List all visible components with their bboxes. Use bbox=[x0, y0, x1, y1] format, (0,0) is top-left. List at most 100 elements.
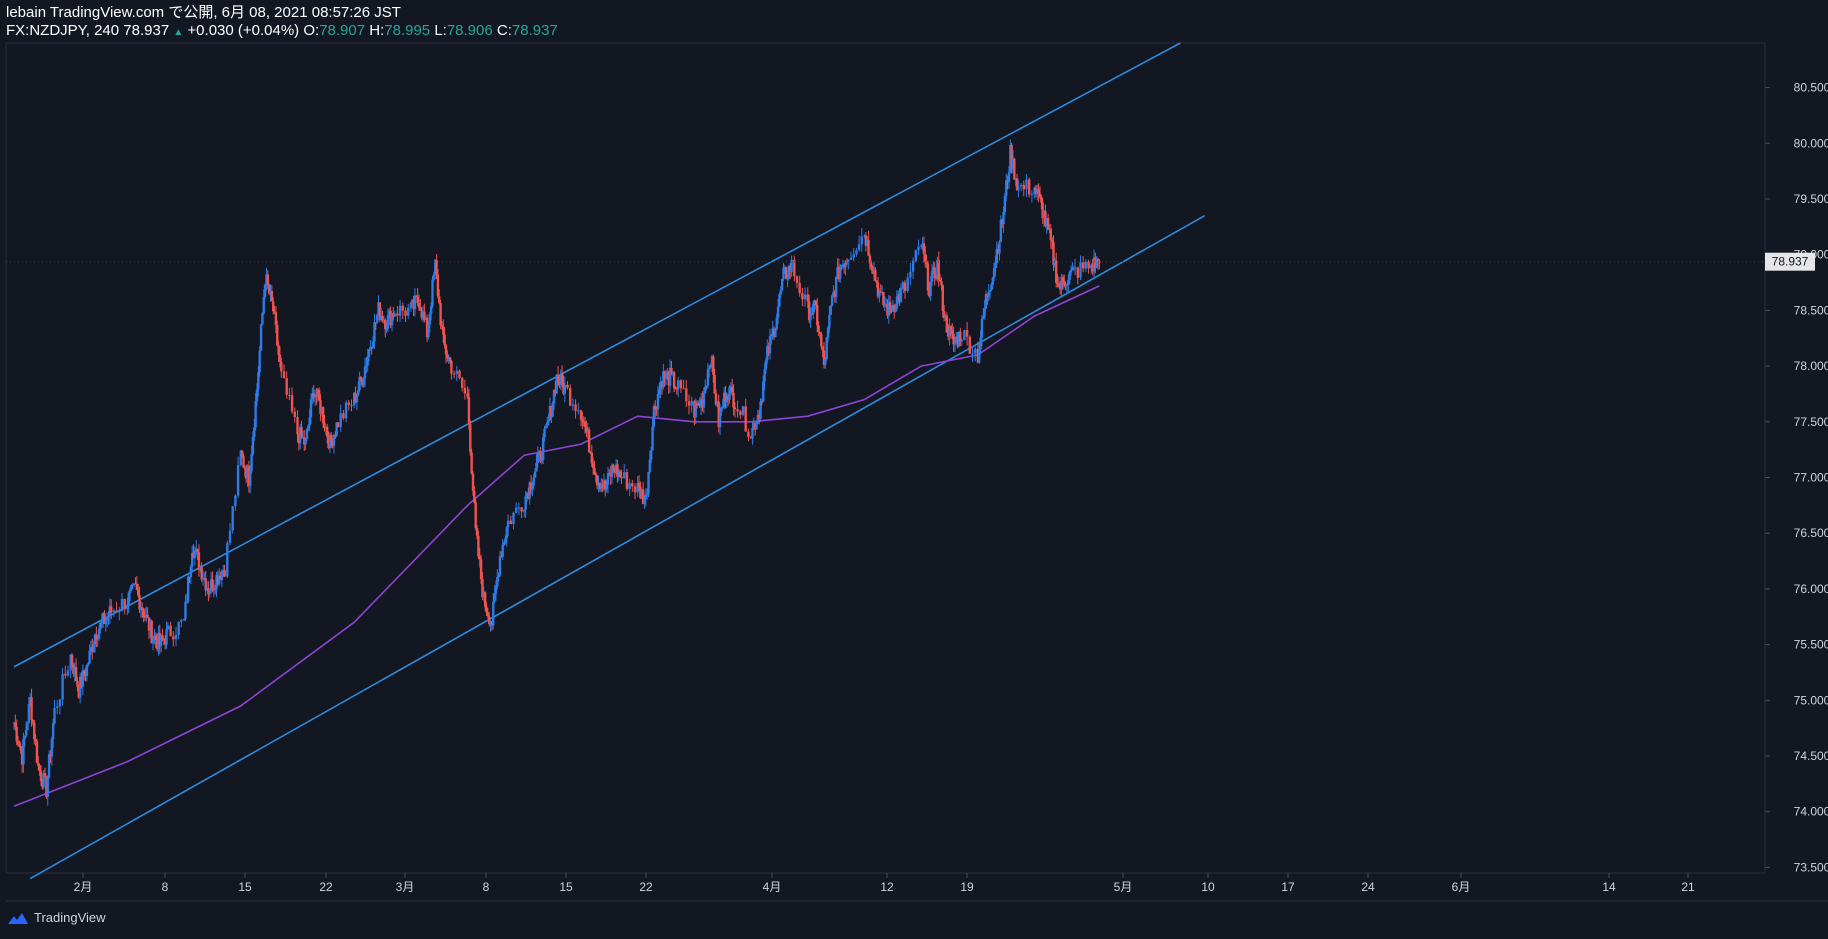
plot-area-border bbox=[5, 42, 1766, 874]
x-tick-label: 3月 bbox=[396, 880, 415, 894]
candle-body bbox=[273, 311, 276, 313]
channel-line-lower[interactable] bbox=[29, 214, 1206, 880]
candle-body bbox=[362, 378, 365, 386]
candle-body bbox=[744, 406, 747, 432]
candle-body bbox=[104, 619, 107, 624]
candle-body bbox=[751, 427, 754, 439]
candle-body bbox=[471, 473, 475, 492]
candle-body bbox=[309, 399, 313, 418]
candle-body bbox=[448, 357, 452, 362]
candle-body bbox=[812, 303, 815, 315]
candle-body bbox=[43, 773, 47, 777]
candle-body bbox=[398, 305, 402, 316]
candle-body bbox=[830, 295, 834, 306]
candle-body bbox=[826, 327, 830, 338]
y-tick-label: 77.500 bbox=[1794, 415, 1828, 429]
candle-body bbox=[470, 452, 473, 474]
x-tick-label: 22 bbox=[319, 880, 333, 894]
candle-body bbox=[1003, 195, 1007, 213]
candle-body bbox=[174, 634, 178, 640]
candle-body bbox=[875, 280, 878, 283]
candle-body bbox=[971, 353, 974, 355]
candle-body bbox=[991, 277, 994, 285]
candle-body bbox=[795, 276, 799, 283]
candle-body bbox=[493, 593, 496, 602]
candle-body bbox=[99, 622, 102, 630]
candle-body bbox=[728, 387, 731, 400]
candle-body bbox=[483, 592, 487, 607]
candle-body bbox=[775, 317, 778, 329]
time-axis[interactable]: 2月 8 15 22 3月 8 15 22 4月 12 19 5月 10 17 24 6月 14 21 bbox=[74, 873, 1695, 894]
price-chart[interactable]: 73.500 74.000 74.500 75.000 75.500 76.000 76.5… bbox=[0, 0, 1828, 939]
candle-body bbox=[477, 535, 480, 557]
footer[interactable]: TradingView bbox=[6, 910, 106, 925]
candle-body bbox=[618, 471, 622, 478]
candle-body bbox=[509, 520, 512, 525]
candle-body bbox=[933, 267, 936, 278]
candle-body bbox=[1022, 184, 1025, 190]
channel-lines[interactable] bbox=[13, 42, 1206, 880]
candle-body bbox=[929, 281, 932, 297]
candle-body bbox=[357, 390, 360, 396]
candle-body bbox=[658, 389, 661, 395]
candle-body bbox=[793, 259, 796, 277]
candle-body bbox=[556, 374, 560, 382]
candle-body bbox=[226, 542, 229, 577]
candle-body bbox=[146, 614, 149, 618]
candle-body bbox=[1050, 239, 1054, 243]
candle-body bbox=[965, 330, 969, 337]
candle-body bbox=[466, 393, 469, 398]
candle-body bbox=[764, 360, 768, 370]
candle-body bbox=[30, 697, 33, 720]
candle-body bbox=[393, 313, 396, 317]
candle-body bbox=[285, 378, 288, 395]
candlesticks bbox=[12, 139, 1101, 806]
candle-body bbox=[926, 263, 930, 291]
x-tick-label: 15 bbox=[238, 880, 252, 894]
candle-body bbox=[739, 411, 742, 415]
candle-body bbox=[182, 619, 186, 621]
candle-body bbox=[276, 324, 279, 346]
candle-body bbox=[189, 566, 193, 577]
candle-body bbox=[651, 426, 654, 451]
candle-body bbox=[867, 239, 870, 256]
candle-body bbox=[367, 349, 371, 357]
candle-body bbox=[347, 402, 350, 405]
candle-body bbox=[290, 395, 294, 412]
chart-frame bbox=[5, 42, 1828, 902]
candle-body bbox=[924, 253, 927, 262]
candle-body bbox=[612, 465, 615, 468]
candle-body bbox=[713, 374, 716, 394]
candle-body bbox=[53, 708, 56, 724]
candle-body bbox=[432, 274, 436, 280]
candle-body bbox=[107, 616, 110, 618]
candle-body bbox=[455, 370, 458, 374]
y-tick-label: 74.000 bbox=[1794, 805, 1828, 819]
candle-body bbox=[899, 287, 903, 302]
candle-body bbox=[852, 254, 855, 258]
candle-body bbox=[308, 417, 311, 426]
candle-body bbox=[512, 512, 515, 525]
candle-body bbox=[579, 410, 583, 420]
candle-body bbox=[569, 387, 572, 406]
candle-body bbox=[442, 326, 445, 335]
candle-body bbox=[231, 506, 234, 531]
price-axis[interactable]: 73.500 74.000 74.500 75.000 75.500 76.000 76.5… bbox=[1765, 81, 1828, 875]
candle-body bbox=[278, 354, 282, 363]
candle-body bbox=[350, 404, 353, 406]
candle-body bbox=[524, 496, 527, 510]
candle-body bbox=[798, 282, 801, 294]
candle-body bbox=[817, 325, 820, 333]
candle-body bbox=[261, 313, 264, 325]
candle-body bbox=[654, 406, 657, 409]
moving-average bbox=[13, 285, 1100, 807]
candle-body bbox=[731, 386, 734, 393]
y-tick-label: 78.000 bbox=[1794, 359, 1828, 373]
candle-body bbox=[427, 324, 430, 338]
candle-body bbox=[304, 439, 307, 445]
candle-body bbox=[988, 290, 992, 293]
y-tick-label: 73.500 bbox=[1794, 860, 1828, 874]
channel-line-upper[interactable] bbox=[13, 42, 1181, 668]
candle-body bbox=[786, 277, 789, 279]
candle-body bbox=[473, 491, 476, 503]
